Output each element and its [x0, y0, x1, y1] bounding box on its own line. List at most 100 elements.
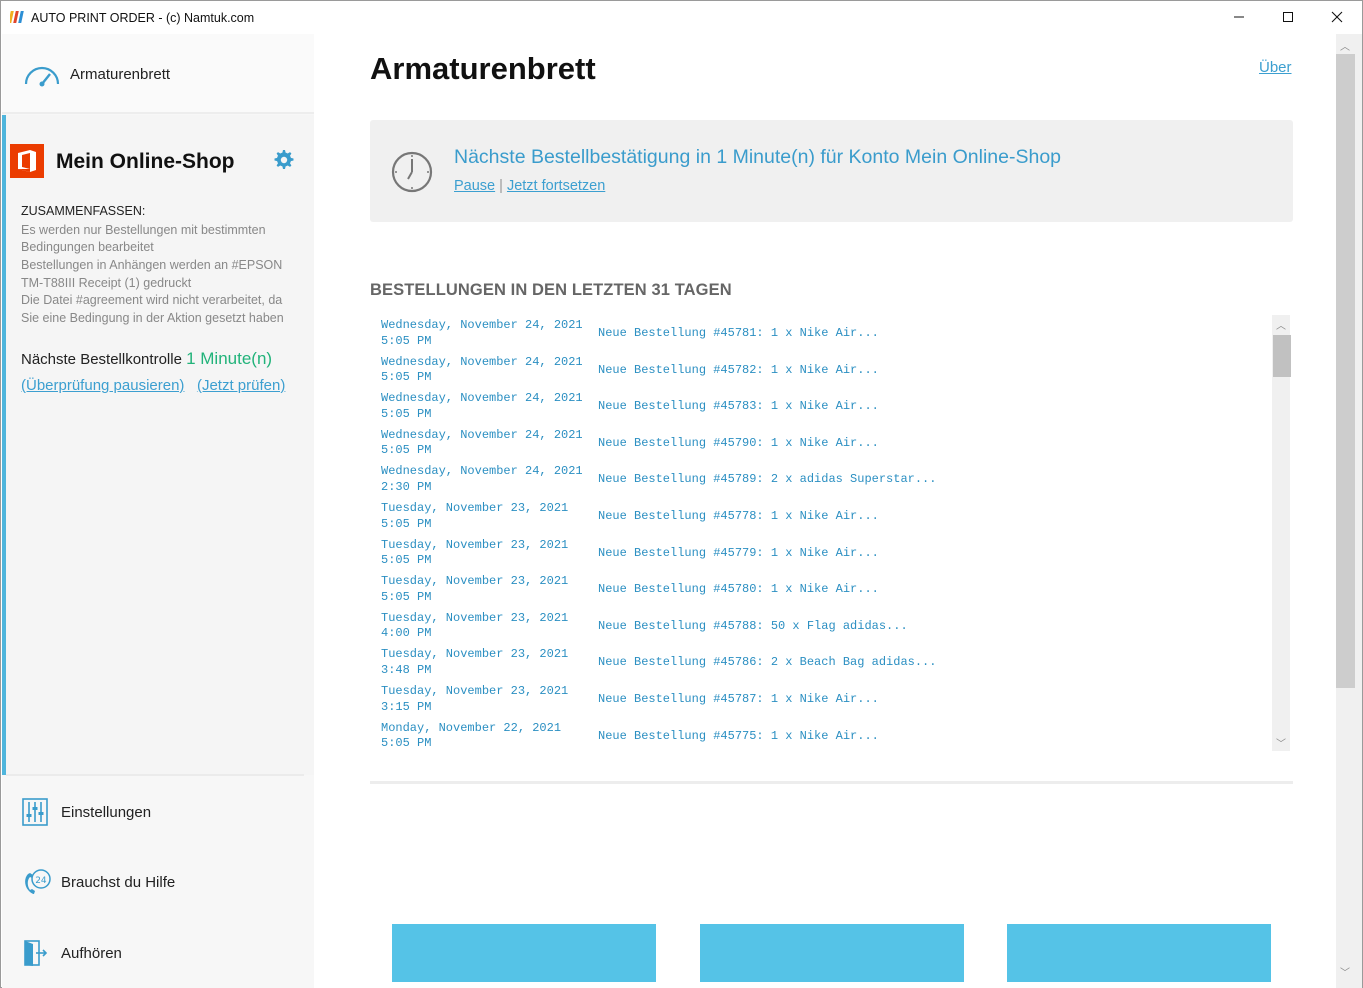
order-time: 5:05 PM: [381, 333, 432, 348]
order-date: Monday, November 22, 2021: [381, 720, 562, 735]
orders-list: Wednesday, November 24, 2021 5:05 PM Neue …: [370, 315, 1270, 751]
about-link[interactable]: Über: [1259, 59, 1292, 76]
order-row[interactable]: Tuesday, November 23, 2021 3:48 PM Neue Be…: [381, 644, 1261, 680]
order-datetime: Wednesday, November 24, 2021 5:05 PM: [381, 428, 591, 459]
order-row[interactable]: Tuesday, November 23, 2021 5:05 PM Neue Be…: [381, 535, 1261, 571]
order-time: 4:00 PM: [381, 626, 432, 641]
sidebar-item-dashboard[interactable]: Armaturenbrett: [2, 34, 314, 114]
gear-icon[interactable]: [271, 148, 295, 172]
order-date: Wednesday, November 24, 2021: [381, 354, 583, 369]
clock-icon: [391, 151, 433, 193]
order-date: Wednesday, November 24, 2021: [381, 464, 583, 479]
orders-list-box: Wednesday, November 24, 2021 5:05 PM Neue …: [370, 315, 1292, 751]
close-button[interactable]: [1313, 1, 1361, 33]
window-scroll-up-icon[interactable]: ︿: [1340, 38, 1350, 53]
exit-door-icon: [24, 940, 48, 966]
order-datetime: Tuesday, November 23, 2021 4:00 PM: [381, 611, 591, 642]
next-check-label: Nächste Bestellkontrolle: [21, 351, 182, 368]
orders-section-title: BESTELLUNGEN IN DEN LETZTEN 31 TAGEN: [370, 281, 732, 299]
order-description: Neue Bestellung #45778: 1 x Nike Air...: [598, 509, 879, 523]
shop-header: Mein Online-Shop: [8, 144, 308, 184]
order-date: Tuesday, November 23, 2021: [381, 501, 569, 515]
sidebar-item-label: Armaturenbrett: [70, 66, 171, 83]
window-scrollbar[interactable]: ︿ ﹀: [1336, 34, 1362, 988]
resume-now-link[interactable]: Jetzt fortsetzen: [507, 178, 605, 194]
order-datetime: Tuesday, November 23, 2021 3:48 PM: [381, 647, 591, 678]
close-icon: [1331, 11, 1343, 23]
order-date: Tuesday, November 23, 2021: [381, 574, 569, 589]
order-time: 5:05 PM: [381, 553, 432, 568]
action-button-3[interactable]: [1007, 924, 1271, 982]
sidebar-item-quit[interactable]: Aufhören: [2, 923, 314, 983]
summary-line: Bestellungen in Anhängen werden an #EPSO…: [21, 258, 283, 272]
main-content: Armaturenbrett Über Nächste Bestellbestä…: [314, 34, 1336, 988]
order-datetime: Wednesday, November 24, 2021 5:05 PM: [381, 355, 591, 386]
notice-actions: Pause | Jetzt fortsetzen: [454, 178, 605, 194]
orders-scroll-thumb[interactable]: [1273, 335, 1291, 377]
speedometer-icon: [24, 66, 60, 87]
order-date: Tuesday, November 23, 2021: [381, 537, 569, 552]
page-title: Armaturenbrett: [370, 51, 596, 86]
window-scroll-thumb[interactable]: [1336, 54, 1355, 688]
scroll-down-icon[interactable]: ﹀: [1276, 735, 1286, 750]
next-confirmation-notice: Nächste Bestellbestätigung in 1 Minute(n…: [370, 120, 1293, 222]
office-icon: [10, 144, 44, 178]
sidebar-item-label: Einstellungen: [61, 804, 152, 821]
order-row[interactable]: Wednesday, November 24, 2021 5:05 PM Neue …: [381, 315, 1261, 351]
order-row[interactable]: Wednesday, November 24, 2021 5:05 PM Neue …: [381, 352, 1261, 388]
order-description: Neue Bestellung #45790: 1 x Nike Air...: [598, 435, 879, 450]
order-datetime: Wednesday, November 24, 2021 5:05 PM: [381, 391, 591, 422]
order-date: Wednesday, November 24, 2021: [381, 391, 583, 406]
order-datetime: Tuesday, November 23, 2021 3:15 PM: [381, 684, 591, 715]
order-datetime: Wednesday, November 24, 2021 2:30 PM: [381, 464, 591, 495]
order-datetime: Wednesday, November 24, 2021 5:05 PM: [381, 318, 591, 349]
summary-line: Sie eine Bedingung in der Aktion gesetzt…: [21, 311, 284, 325]
shop-title: Mein Online-Shop: [56, 150, 235, 173]
order-time: 5:05 PM: [381, 589, 432, 604]
minimize-button[interactable]: [1215, 1, 1263, 33]
sidebar-item-settings[interactable]: Einstellungen: [2, 782, 314, 842]
settings-sliders-icon: [22, 798, 48, 826]
order-description: Neue Bestellung #45775: 1 x Nike Air...: [598, 728, 879, 743]
svg-text:24: 24: [35, 876, 47, 886]
order-datetime: Tuesday, November 23, 2021 5:05 PM: [381, 538, 591, 569]
link-separator: |: [499, 178, 503, 194]
sidebar-item-label: Brauchst du Hilfe: [61, 874, 176, 891]
order-row[interactable]: Wednesday, November 24, 2021 5:05 PM Neue …: [381, 388, 1261, 424]
order-description: Neue Bestellung #45780: 1 x Nike Air...: [598, 582, 879, 597]
order-row[interactable]: Tuesday, November 23, 2021 3:15 PM Neue Be…: [381, 681, 1261, 717]
summary-title: ZUSAMMENFASSEN:: [21, 204, 146, 218]
order-row[interactable]: Tuesday, November 23, 2021 5:05 PM Neue Be…: [381, 498, 1261, 534]
orders-scrollbar[interactable]: ︿ ﹀: [1272, 315, 1291, 751]
order-row[interactable]: Monday, November 22, 2021 5:05 PM Neue Bes…: [381, 718, 1261, 751]
order-date: Tuesday, November 23, 2021: [381, 610, 569, 625]
pause-check-link[interactable]: (Überprüfung pausieren): [21, 377, 184, 394]
maximize-button[interactable]: [1264, 1, 1312, 33]
order-description: Neue Bestellung #45788: 50 x Flag adidas…: [598, 618, 908, 633]
order-description: Neue Bestellung #45787: 1 x Nike Air...: [598, 692, 879, 706]
order-description: Neue Bestellung #45789: 2 x adidas Super…: [598, 472, 937, 487]
order-time: 3:15 PM: [381, 699, 432, 714]
summary-line: Es werden nur Bestellungen mit bestimmte…: [21, 223, 266, 237]
order-row[interactable]: Wednesday, November 24, 2021 2:30 PM Neue …: [381, 461, 1261, 497]
action-button-1[interactable]: [392, 924, 656, 982]
action-button-2[interactable]: [700, 924, 964, 982]
sidebar-item-help[interactable]: 24 Brauchst du Hilfe: [2, 852, 314, 912]
order-row[interactable]: Tuesday, November 23, 2021 4:00 PM Neue Be…: [381, 608, 1261, 644]
next-check-value: 1 Minute(n): [186, 349, 273, 368]
order-row[interactable]: Tuesday, November 23, 2021 5:05 PM Neue Be…: [381, 571, 1261, 607]
summary-line: TM-T88III Receipt (1) gedruckt: [21, 276, 192, 290]
order-time: 2:30 PM: [381, 479, 432, 494]
order-datetime: Monday, November 22, 2021 5:05 PM: [381, 721, 591, 751]
window-title: AUTO PRINT ORDER - (c) Namtuk.com: [31, 11, 255, 25]
minimize-icon: [1234, 16, 1244, 18]
sidebar-item-label: Aufhören: [61, 945, 122, 962]
order-row[interactable]: Wednesday, November 24, 2021 5:05 PM Neue …: [381, 425, 1261, 461]
section-divider: [370, 781, 1293, 784]
pause-link[interactable]: Pause: [454, 178, 495, 194]
check-now-link[interactable]: (Jetzt prüfen): [197, 377, 285, 394]
app-window: AUTO PRINT ORDER - (c) Namtuk.com Armatu…: [0, 0, 1363, 988]
app-logo-icon: [10, 11, 24, 23]
scroll-up-icon[interactable]: ︿: [1276, 317, 1286, 332]
window-scroll-down-icon[interactable]: ﹀: [1340, 964, 1350, 979]
